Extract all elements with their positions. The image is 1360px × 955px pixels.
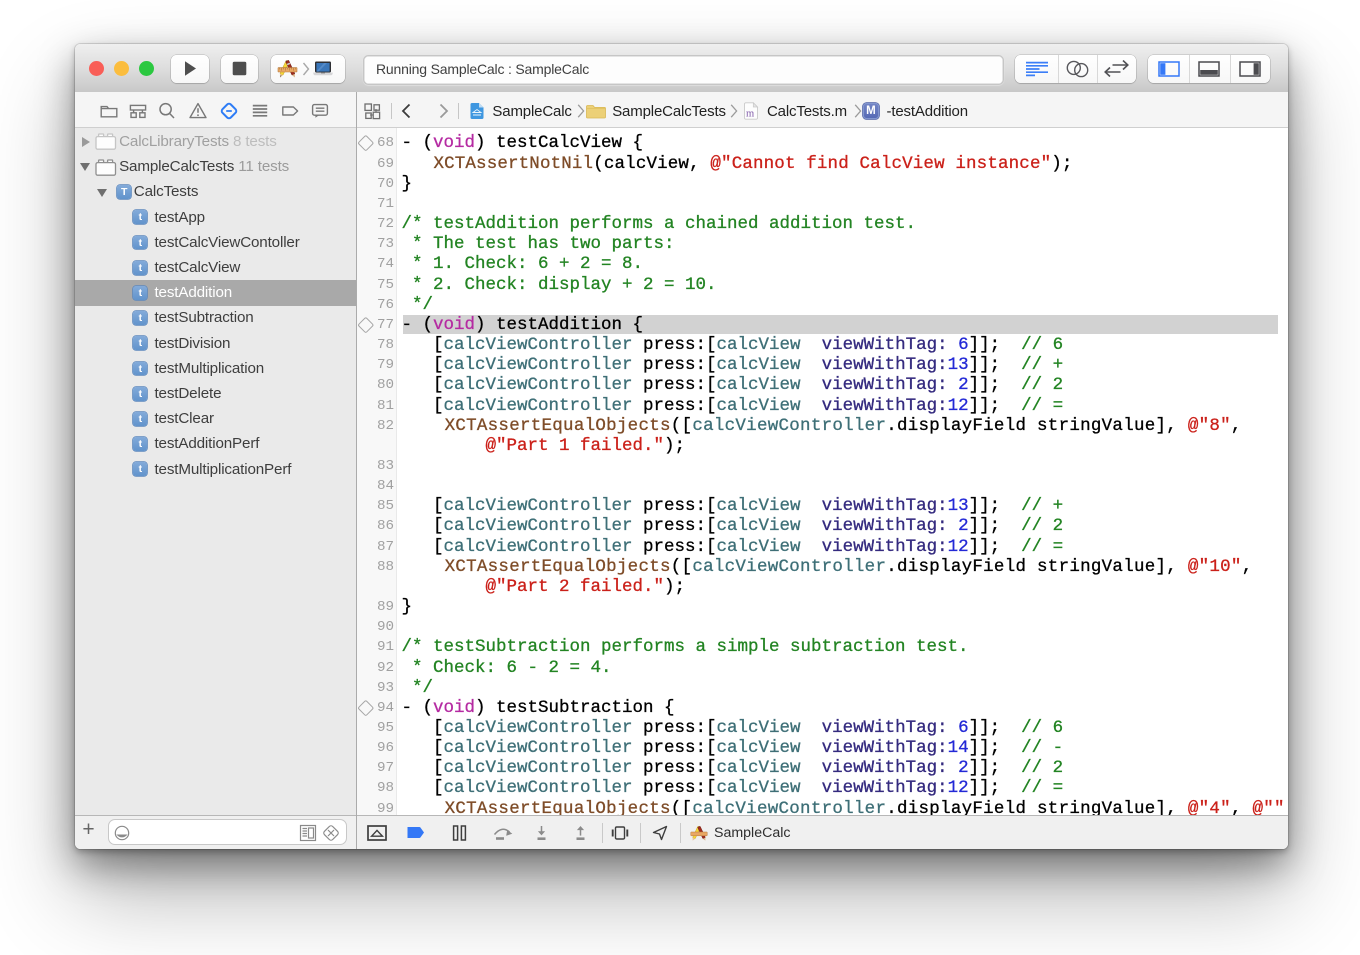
svg-text:m: m	[746, 108, 754, 119]
